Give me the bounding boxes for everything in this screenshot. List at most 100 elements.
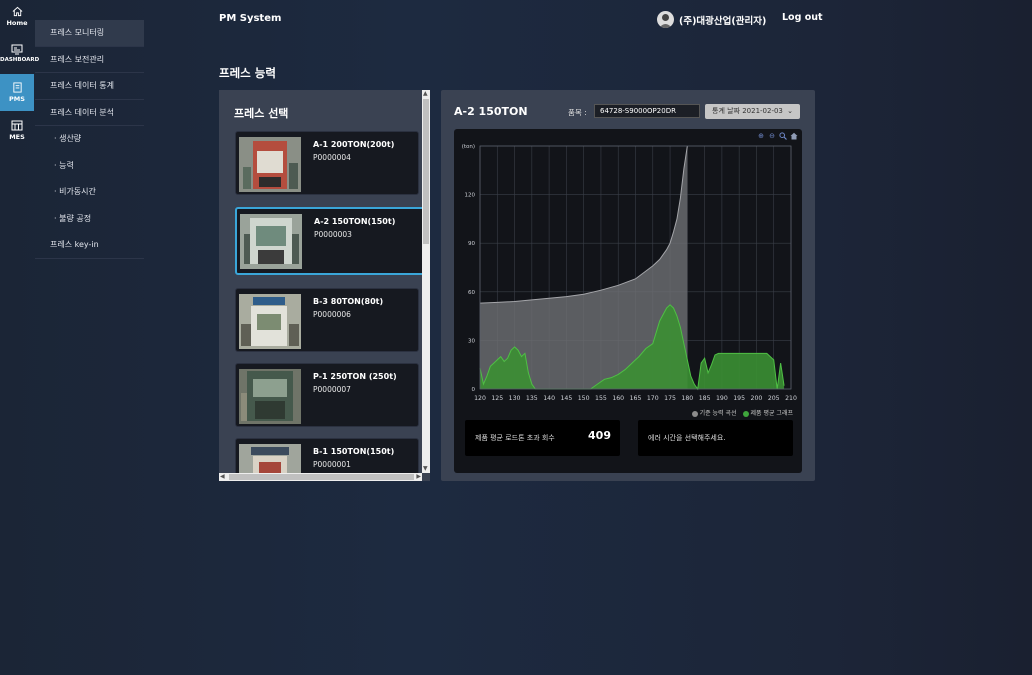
press-name: A-2 150TON(150t) [314,217,396,226]
sidebar: 프레스 모니터링 프레스 보전관리 프레스 데이터 통계 프레스 데이터 분석 … [35,20,144,259]
press-image [239,294,301,349]
rail-home[interactable]: Home [0,6,34,32]
icon-rail: Home DASHBOARD PMS MES [0,0,39,675]
x-tick-label: 185 [699,395,711,402]
app-title[interactable]: PM System [219,13,281,24]
legend-product[interactable]: 제품 평균 그래프 [742,408,793,417]
x-tick-label: 160 [612,395,624,402]
y-tick-label: 90 [468,241,475,247]
rail-dashboard[interactable]: DASHBOARD [0,44,39,68]
press-name: P-1 250TON (250t) [313,372,397,381]
legend-capacity[interactable]: 기준 능력 곡선 [691,408,737,417]
press-card[interactable]: P-1 250TON (250t) P0000007 [235,363,419,427]
x-tick-label: 190 [716,395,728,402]
press-code: P0000001 [313,460,351,469]
pms-icon [12,82,22,93]
x-tick-label: 210 [785,395,797,402]
scroll-up-icon[interactable]: ▲ [423,90,428,98]
press-name: B-1 150TON(150t) [313,447,395,456]
chart-panel-title: A-2 150TON [454,105,528,118]
x-tick-label: 200 [751,395,763,402]
press-image [239,369,301,424]
sidebar-item-press-maintenance[interactable]: 프레스 보전관리 [35,47,144,73]
sidebar-item-press-statistics[interactable]: 프레스 데이터 통계 [35,73,144,100]
sidebar-subitem-downtime[interactable]: · 비가동시간 [35,179,144,206]
error-message-box: 에러 시간을 선택해주세요. [638,420,793,456]
rail-mes[interactable]: MES [0,120,34,146]
x-tick-label: 135 [526,395,538,402]
x-tick-label: 155 [595,395,607,402]
error-message: 에러 시간을 선택해주세요. [648,434,726,442]
logout-button[interactable]: Log out [782,12,823,23]
date-select[interactable]: 통계 날짜 2021-02-03 ⌄ [705,104,800,119]
press-image [240,214,302,269]
mes-icon [11,120,23,131]
page-title: 프레스 능력 [219,66,276,80]
user-name: (주)대광산업(관리자) [679,15,767,27]
overload-stat-box: 제품 평균 로드톤 초과 회수 409 [465,420,620,456]
dashboard-icon [11,44,23,55]
press-list-vertical-scrollbar[interactable]: ▲ ▼ [422,90,430,473]
press-card[interactable]: A-1 200TON(200t) P0000004 [235,131,419,195]
rail-dashboard-label: DASHBOARD [0,57,40,63]
press-code: P0000003 [314,230,352,239]
x-tick-label: 145 [560,395,572,402]
x-tick-label: 175 [664,395,676,402]
press-name: B-3 80TON(80t) [313,297,384,306]
press-image [239,137,301,192]
y-tick-label: (ton) [462,144,475,150]
y-tick-label: 60 [468,290,475,296]
rail-home-label: Home [6,19,28,27]
capacity-chart[interactable]: 120 125 130 135 140 145 150 155 160 165 170 175 180 1… [454,129,802,407]
press-card[interactable]: B-3 80TON(80t) P0000006 [235,288,419,352]
x-tick-label: 180 [681,395,693,402]
x-tick-label: 150 [578,395,590,402]
press-card-selected[interactable]: A-2 150TON(150t) P0000003 [235,207,425,275]
y-tick-label: 30 [468,338,475,344]
rail-pms[interactable]: PMS [0,74,34,111]
chart-container: ⊕ ⊖ 120 125 130 135 140 145 150 155 160 165 170 175… [454,129,802,473]
x-tick-label: 165 [630,395,642,402]
product-input[interactable] [594,104,700,118]
y-tick-label: 120 [465,193,476,199]
chart-legend: 기준 능력 곡선 제품 평균 그래프 [691,408,793,417]
sidebar-item-press-monitoring[interactable]: 프레스 모니터링 [35,20,144,47]
press-list-horizontal-scrollbar[interactable]: ◀ ▶ [219,473,422,481]
sidebar-subitem-defect[interactable]: · 불량 공정 [35,206,144,233]
x-tick-label: 120 [474,395,486,402]
x-tick-label: 125 [491,395,503,402]
sidebar-item-press-analysis[interactable]: 프레스 데이터 분석 [35,100,144,126]
x-tick-label: 205 [768,395,780,402]
scroll-left-icon[interactable]: ◀ [220,473,225,481]
press-select-panel: 프레스 선택 A-1 200TON(200t) P0000004 A-2 150… [219,90,430,481]
chevron-down-icon: ⌄ [787,107,793,115]
capacity-chart-panel: A-2 150TON 품목 : 통계 날짜 2021-02-03 ⌄ ⊕ ⊖ 1… [441,90,815,481]
product-label: 품목 : [568,108,587,117]
scroll-down-icon[interactable]: ▼ [423,465,428,473]
press-code: P0000007 [313,385,351,394]
scrollbar-thumb[interactable] [229,474,414,480]
scrollbar-thumb[interactable] [423,99,429,244]
rail-mes-label: MES [9,133,25,141]
sidebar-item-press-keyin[interactable]: 프레스 key-in [35,232,144,259]
x-tick-label: 130 [509,395,521,402]
press-code: P0000006 [313,310,351,319]
sidebar-subitem-production[interactable]: · 생산량 [35,126,144,153]
y-tick-label: 0 [472,387,476,393]
rail-pms-label: PMS [9,95,25,103]
overload-stat-label: 제품 평균 로드톤 초과 회수 [475,434,555,442]
press-code: P0000004 [313,153,351,162]
date-select-label: 통계 날짜 2021-02-03 [712,107,783,115]
x-tick-label: 140 [543,395,555,402]
user-info[interactable]: (주)대광산업(관리자) [657,11,766,28]
overload-stat-value: 409 [588,429,611,442]
legend-product-label: 제품 평균 그래프 [750,410,793,417]
scroll-right-icon[interactable]: ▶ [416,473,421,481]
legend-capacity-label: 기준 능력 곡선 [699,410,737,417]
sidebar-subitem-capacity[interactable]: · 능력 [35,153,144,180]
x-tick-label: 170 [647,395,659,402]
avatar [657,11,674,28]
x-tick-label: 195 [733,395,745,402]
press-panel-title: 프레스 선택 [234,107,289,120]
home-icon [12,6,22,17]
